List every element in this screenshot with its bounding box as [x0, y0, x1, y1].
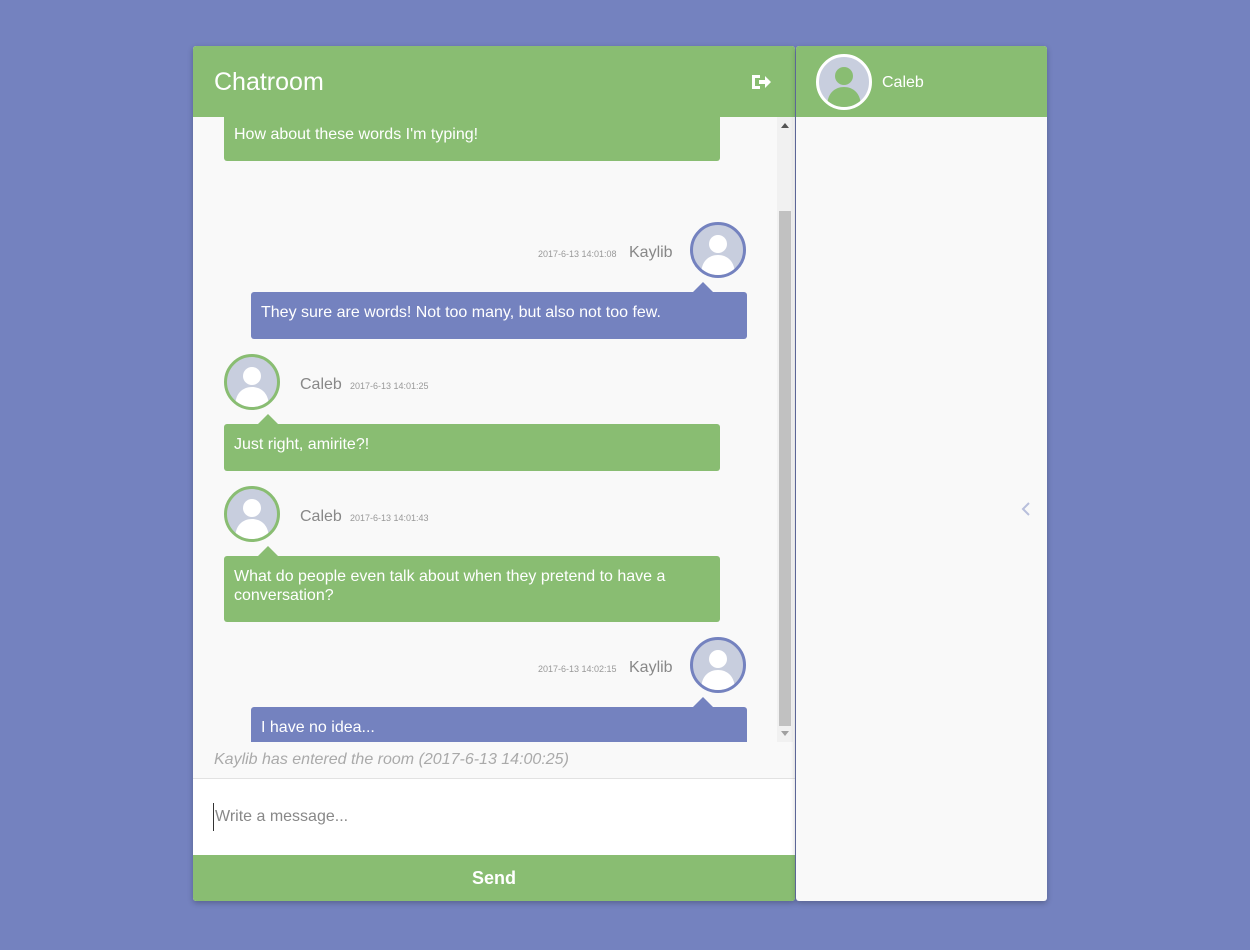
- message-input[interactable]: [213, 803, 773, 831]
- message-timestamp: 2017-6-13 14:01:08: [538, 249, 617, 259]
- message-bubble: I have no idea...: [251, 697, 747, 742]
- chat-title: Chatroom: [214, 68, 324, 96]
- message-author: Caleb: [300, 508, 342, 525]
- scroll-thumb[interactable]: [779, 211, 791, 726]
- chat-header: Chatroom: [193, 46, 795, 117]
- avatar: [816, 54, 872, 110]
- message-text: They sure are words! Not too many, but a…: [261, 304, 661, 321]
- message-timestamp: 2017-6-13 14:01:25: [350, 381, 429, 391]
- users-panel: Caleb: [796, 46, 1047, 901]
- avatar: [690, 637, 746, 693]
- system-message: Kaylib has entered the room (2017-6-13 1…: [214, 751, 569, 768]
- user-name: Caleb: [882, 74, 924, 91]
- message-timestamp: 2017-6-13 14:02:15: [538, 664, 617, 674]
- message-scrollbar[interactable]: [777, 117, 793, 742]
- input-area: [193, 778, 795, 855]
- message-author: Kaylib: [629, 659, 673, 676]
- message-author: Caleb: [300, 376, 342, 393]
- message-author: Kaylib: [629, 244, 673, 261]
- logout-icon[interactable]: [750, 72, 772, 92]
- avatar: [690, 222, 746, 278]
- avatar: [224, 486, 280, 542]
- message-bubble: What do people even talk about when they…: [224, 546, 720, 622]
- message-bubble: Just right, amirite?!: [224, 414, 720, 471]
- message-timestamp: 2017-6-13 14:01:43: [350, 513, 429, 523]
- message-bubble: They sure are words! Not too many, but a…: [251, 282, 747, 339]
- message-text: I have no idea...: [261, 719, 375, 736]
- chat-panel: Chatroom How about these words I'm typin…: [193, 46, 795, 901]
- message-bubble: How about these words I'm typing!: [224, 117, 720, 161]
- message-text: What do people even talk about when they…: [234, 568, 666, 604]
- message-text: How about these words I'm typing!: [234, 126, 479, 143]
- message-text: Just right, amirite?!: [234, 436, 370, 453]
- send-button[interactable]: Send: [193, 855, 795, 901]
- user-list-item[interactable]: Caleb: [796, 46, 1047, 117]
- avatar: [224, 354, 280, 410]
- scroll-down-arrow-icon[interactable]: [781, 731, 789, 736]
- scroll-up-arrow-icon[interactable]: [781, 123, 789, 128]
- chevron-left-icon[interactable]: [1020, 501, 1032, 517]
- message-list[interactable]: How about these words I'm typing! 2017-6…: [193, 117, 777, 742]
